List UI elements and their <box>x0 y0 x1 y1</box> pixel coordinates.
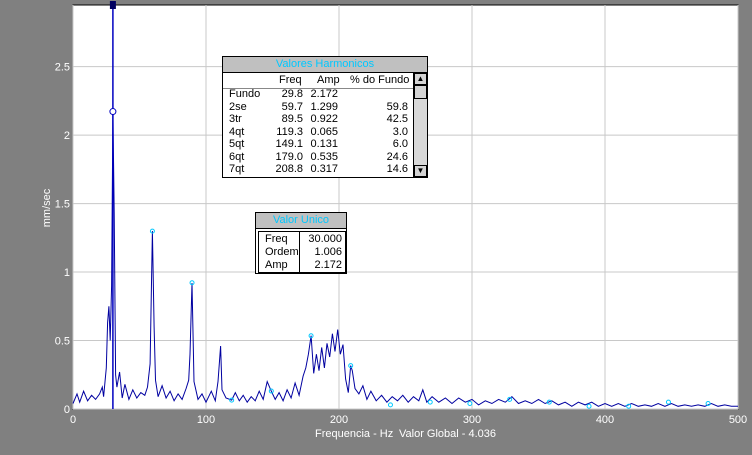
harmonic-cell-freq: 29.8 <box>281 88 303 100</box>
harmonic-cell-pct: 42.5 <box>386 113 408 125</box>
harmonic-cell-name: 7qt <box>229 163 245 175</box>
y-tick-label: 0.5 <box>55 336 70 348</box>
cursor-rpm-label: 1799.9 RPM <box>102 9 113 65</box>
global-value-label: Valor Global - 4.036 <box>399 428 496 440</box>
x-axis-ticks: 0 100 200 300 400 500 <box>70 414 747 426</box>
harmonic-cell-amp: 0.535 <box>310 150 338 163</box>
harmonic-cell-amp: 0.317 <box>310 163 338 175</box>
harmonic-row[interactable]: 3tr 89.5 0.922 42.5 <box>223 113 413 126</box>
harmonic-cell-freq: 149.1 <box>275 138 303 150</box>
single-value-row: Amp 2.172 <box>259 259 345 272</box>
harmonic-values-panel[interactable]: Valores Harmonicos Freq Amp % do Fundo F… <box>222 56 428 178</box>
harmonic-cell-freq: 179.0 <box>275 150 303 163</box>
harmonic-cell-name: 4qt <box>229 125 245 138</box>
harmonic-cell-name: 3tr <box>229 113 242 125</box>
cursor-handle[interactable] <box>109 1 116 9</box>
harmonic-table-body: Fundo 29.8 2.172 2se 59.7 1.299 59.8 3tr 89.5 0.9… <box>223 88 413 176</box>
cursor-point <box>109 108 117 116</box>
x-tick-label: 100 <box>197 414 215 426</box>
row-value-amp: 2.172 <box>314 259 342 271</box>
x-tick-label: 500 <box>729 414 747 426</box>
harmonic-cell-amp: 2.172 <box>310 88 338 100</box>
row-value-order: 1.006 <box>314 246 342 258</box>
single-value-table: Freq 30.000 Ordem 1.006 Amp 2.172 <box>258 231 346 273</box>
harmonic-cell-name: Fundo <box>229 88 261 100</box>
harmonic-cell-freq: 89.5 <box>281 113 303 125</box>
single-value-row: Freq 30.000 <box>259 233 345 246</box>
harmonic-cell-pct: 14.6 <box>386 163 408 175</box>
x-tick-label: 400 <box>596 414 614 426</box>
harmonic-cell-pct: 24.6 <box>386 150 408 163</box>
row-label-order: Ordem <box>265 246 299 258</box>
y-tick-label: 1 <box>64 267 70 279</box>
column-header-pct: % do Fundo <box>350 74 410 86</box>
harmonic-cell-amp: 0.131 <box>310 138 338 150</box>
y-axis-title: mm/sec <box>41 188 53 227</box>
harmonic-row[interactable]: 2se 59.7 1.299 59.8 <box>223 101 413 114</box>
row-value-freq: 30.000 <box>308 233 342 245</box>
up-arrow-icon[interactable]: ▲ <box>414 73 427 85</box>
harmonic-scrollbar[interactable]: ▲ ▼ <box>413 73 427 177</box>
harmonic-cell-pct: 3.0 <box>392 125 408 138</box>
harmonic-cell-name: 6qt <box>229 150 245 163</box>
harmonic-cell-freq: 208.8 <box>275 163 303 175</box>
y-tick-label: 2.5 <box>55 62 70 74</box>
harmonic-row[interactable]: 4qt 119.3 0.065 3.0 <box>223 126 413 139</box>
scroll-thumb[interactable] <box>414 85 427 99</box>
y-tick-label: 0 <box>64 404 70 416</box>
y-tick-label: 2 <box>64 130 70 142</box>
x-axis-title: Frequencia - Hz <box>315 428 393 440</box>
harmonic-cell-amp: 1.299 <box>310 100 338 113</box>
x-tick-label: 0 <box>70 414 76 426</box>
harmonic-table-header: Freq Amp % do Fundo <box>223 73 413 89</box>
harmonic-cell-amp: 0.922 <box>310 113 338 125</box>
single-value-row: Ordem 1.006 <box>259 246 345 259</box>
y-axis-ticks: 0 0.5 1 1.5 2 2.5 <box>55 62 70 416</box>
single-value-panel[interactable]: Valor Unico Freq 30.000 Ordem 1.006 Amp … <box>255 212 347 274</box>
column-header-freq: Freq <box>279 74 302 86</box>
row-label-amp: Amp <box>265 259 288 271</box>
harmonic-cell-name: 2se <box>229 100 247 113</box>
x-tick-label: 300 <box>463 414 481 426</box>
harmonic-row[interactable]: 7qt 208.8 0.317 14.6 <box>223 163 413 176</box>
harmonic-cell-name: 5qt <box>229 138 245 150</box>
harmonic-cell-amp: 0.065 <box>310 125 338 138</box>
harmonic-row[interactable]: 6qt 179.0 0.535 24.6 <box>223 151 413 164</box>
row-label-freq: Freq <box>265 233 288 245</box>
y-tick-label: 1.5 <box>55 199 70 211</box>
harmonic-cell-pct: 59.8 <box>386 100 408 113</box>
harmonic-row[interactable]: Fundo 29.8 2.172 <box>223 88 413 101</box>
single-value-title[interactable]: Valor Unico <box>256 213 346 229</box>
harmonic-cell-pct: 6.0 <box>392 138 408 150</box>
harmonic-cell-freq: 59.7 <box>281 100 303 113</box>
down-arrow-icon[interactable]: ▼ <box>414 165 427 177</box>
column-header-amp: Amp <box>317 74 340 86</box>
harmonic-panel-title[interactable]: Valores Harmonicos <box>223 57 427 73</box>
harmonic-cell-freq: 119.3 <box>276 125 303 138</box>
harmonic-row[interactable]: 5qt 149.1 0.131 6.0 <box>223 138 413 151</box>
x-tick-label: 200 <box>330 414 348 426</box>
